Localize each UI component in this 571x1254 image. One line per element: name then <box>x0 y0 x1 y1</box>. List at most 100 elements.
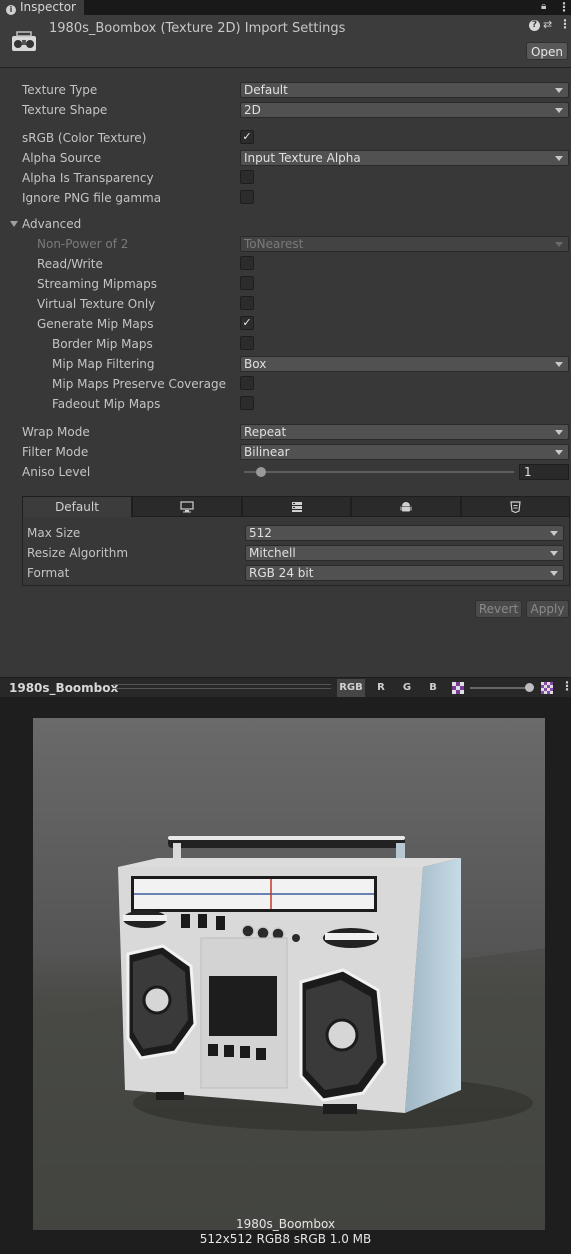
format-value: RGB 24 bit <box>249 566 314 580</box>
mipmap-filtering-label: Mip Map Filtering <box>52 357 155 371</box>
chevron-down-icon <box>555 108 563 113</box>
platform-tab-android[interactable] <box>351 496 461 517</box>
revert-button[interactable]: Revert <box>475 600 522 618</box>
inspector-tab[interactable]: i Inspector <box>0 0 84 15</box>
mip-slider-track[interactable] <box>470 687 532 689</box>
lock-icon[interactable]: 🔒︎ <box>541 1 546 12</box>
toolbar-drag-line[interactable] <box>113 684 331 685</box>
fadeout-mipmaps-label: Fadeout Mip Maps <box>52 397 161 411</box>
streaming-mipmaps-checkbox[interactable] <box>240 276 254 290</box>
generate-mipmaps-checkbox[interactable]: ✓ <box>240 316 254 330</box>
chevron-down-icon <box>555 430 563 435</box>
texture-asset-icon <box>12 31 36 51</box>
mip-slider-thumb[interactable] <box>525 683 534 692</box>
format-label: Format <box>27 566 70 580</box>
channel-b-button[interactable]: B <box>421 679 445 697</box>
channel-rgb-button[interactable]: RGB <box>337 679 365 697</box>
platform-tab-default[interactable]: Default <box>22 496 132 517</box>
info-icon: i <box>6 5 16 15</box>
srgb-checkbox[interactable]: ✓ <box>240 130 254 144</box>
read-write-checkbox[interactable] <box>240 256 254 270</box>
inspector-tab-label: Inspector <box>20 0 76 14</box>
alpha-source-label: Alpha Source <box>22 151 102 165</box>
platform-tab-webgl[interactable] <box>461 496 570 517</box>
srgb-label: sRGB (Color Texture) <box>22 131 147 145</box>
chevron-down-icon <box>555 242 563 247</box>
wrap-mode-label: Wrap Mode <box>22 425 90 439</box>
android-icon <box>400 502 412 512</box>
texture-type-dropdown[interactable]: Default <box>240 82 569 98</box>
preview-caption-info: 512x512 RGB8 sRGB 1.0 MB <box>199 1232 372 1246</box>
texture-shape-dropdown[interactable]: 2D <box>240 102 569 118</box>
chevron-down-icon <box>550 571 558 576</box>
wrap-mode-value: Repeat <box>244 425 287 439</box>
mipmap-filtering-dropdown[interactable]: Box <box>240 356 569 372</box>
virtual-texture-checkbox[interactable] <box>240 296 254 310</box>
texture-shape-value: 2D <box>244 103 261 117</box>
platform-tab-default-label: Default <box>55 500 99 514</box>
alpha-source-value: Input Texture Alpha <box>244 151 361 165</box>
alpha-transparency-checkbox[interactable] <box>240 170 254 184</box>
chevron-down-icon <box>555 362 563 367</box>
max-size-value: 512 <box>249 526 272 540</box>
max-size-dropdown[interactable]: 512 <box>245 525 564 541</box>
chevron-down-icon <box>550 551 558 556</box>
texture-shape-label: Texture Shape <box>22 103 108 117</box>
channel-r-button[interactable]: R <box>369 679 393 697</box>
preview-toolbar: 1980s_Boombox RGB R G B ⋮ <box>0 677 571 698</box>
aniso-slider-track[interactable] <box>244 471 514 473</box>
aniso-level-field[interactable]: 1 <box>519 464 569 480</box>
toolbar-drag-line[interactable] <box>113 688 331 689</box>
border-mipmaps-checkbox[interactable] <box>240 336 254 350</box>
filter-mode-dropdown[interactable]: Bilinear <box>240 444 569 460</box>
non-power-of-2-label: Non-Power of 2 <box>37 237 129 251</box>
platform-tab-server[interactable] <box>242 496 351 517</box>
preview-title: 1980s_Boombox <box>9 681 119 695</box>
wrap-mode-dropdown[interactable]: Repeat <box>240 424 569 440</box>
preview-caption-name: 1980s_Boombox <box>235 1217 336 1231</box>
read-write-label: Read/Write <box>37 257 103 271</box>
virtual-texture-label: Virtual Texture Only <box>37 297 156 311</box>
boombox-texture-image <box>33 718 545 1230</box>
ignore-png-gamma-checkbox[interactable] <box>240 190 254 204</box>
more-menu-icon[interactable]: ⋮ <box>558 0 570 14</box>
resize-algorithm-dropdown[interactable]: Mitchell <box>245 545 564 561</box>
settings-sliders-icon[interactable]: ⇄ <box>543 18 552 31</box>
apply-button[interactable]: Apply <box>526 600 569 618</box>
ignore-png-gamma-label: Ignore PNG file gamma <box>22 191 162 205</box>
alpha-source-dropdown[interactable]: Input Texture Alpha <box>240 150 569 166</box>
foldout-arrow-icon[interactable] <box>10 221 18 227</box>
generate-mipmaps-label: Generate Mip Maps <box>37 317 154 331</box>
fadeout-mipmaps-checkbox[interactable] <box>240 396 254 410</box>
open-button[interactable]: Open <box>526 42 568 60</box>
server-icon <box>291 502 302 512</box>
platform-tab-standalone[interactable] <box>132 496 242 517</box>
chevron-down-icon <box>550 531 558 536</box>
resize-algorithm-value: Mitchell <box>249 546 296 560</box>
chevron-down-icon <box>555 156 563 161</box>
border-mipmaps-label: Border Mip Maps <box>52 337 153 351</box>
non-power-of-2-value: ToNearest <box>244 237 304 251</box>
mipmap-coverage-checkbox[interactable] <box>240 376 254 390</box>
mipmap-filtering-value: Box <box>244 357 267 371</box>
format-dropdown[interactable]: RGB 24 bit <box>245 565 564 581</box>
monitor-icon <box>180 501 194 513</box>
channel-g-button[interactable]: G <box>395 679 419 697</box>
non-power-of-2-dropdown: ToNearest <box>240 236 569 252</box>
preview-menu-icon[interactable]: ⋮ <box>561 679 571 693</box>
chevron-down-icon <box>555 88 563 93</box>
window-tab-strip: i Inspector 🔒︎ ⋮ <box>0 0 571 15</box>
aniso-slider-thumb[interactable] <box>256 467 266 477</box>
help-icon[interactable]: ? <box>529 20 540 31</box>
resize-algorithm-label: Resize Algorithm <box>27 546 129 560</box>
kebab-menu-icon[interactable]: ⋮ <box>559 17 571 31</box>
advanced-foldout[interactable]: Advanced <box>22 217 81 231</box>
texture-type-label: Texture Type <box>22 83 98 97</box>
platform-tabs: Default <box>22 496 570 517</box>
inspector-title: 1980s_Boombox (Texture 2D) Import Settin… <box>49 21 346 36</box>
alpha-channel-icon[interactable] <box>452 682 464 694</box>
mip-level-icon[interactable] <box>541 682 553 694</box>
texture-type-value: Default <box>244 83 288 97</box>
inspector-header: 1980s_Boombox (Texture 2D) Import Settin… <box>0 15 571 68</box>
mipmap-coverage-label: Mip Maps Preserve Coverage <box>52 377 226 391</box>
